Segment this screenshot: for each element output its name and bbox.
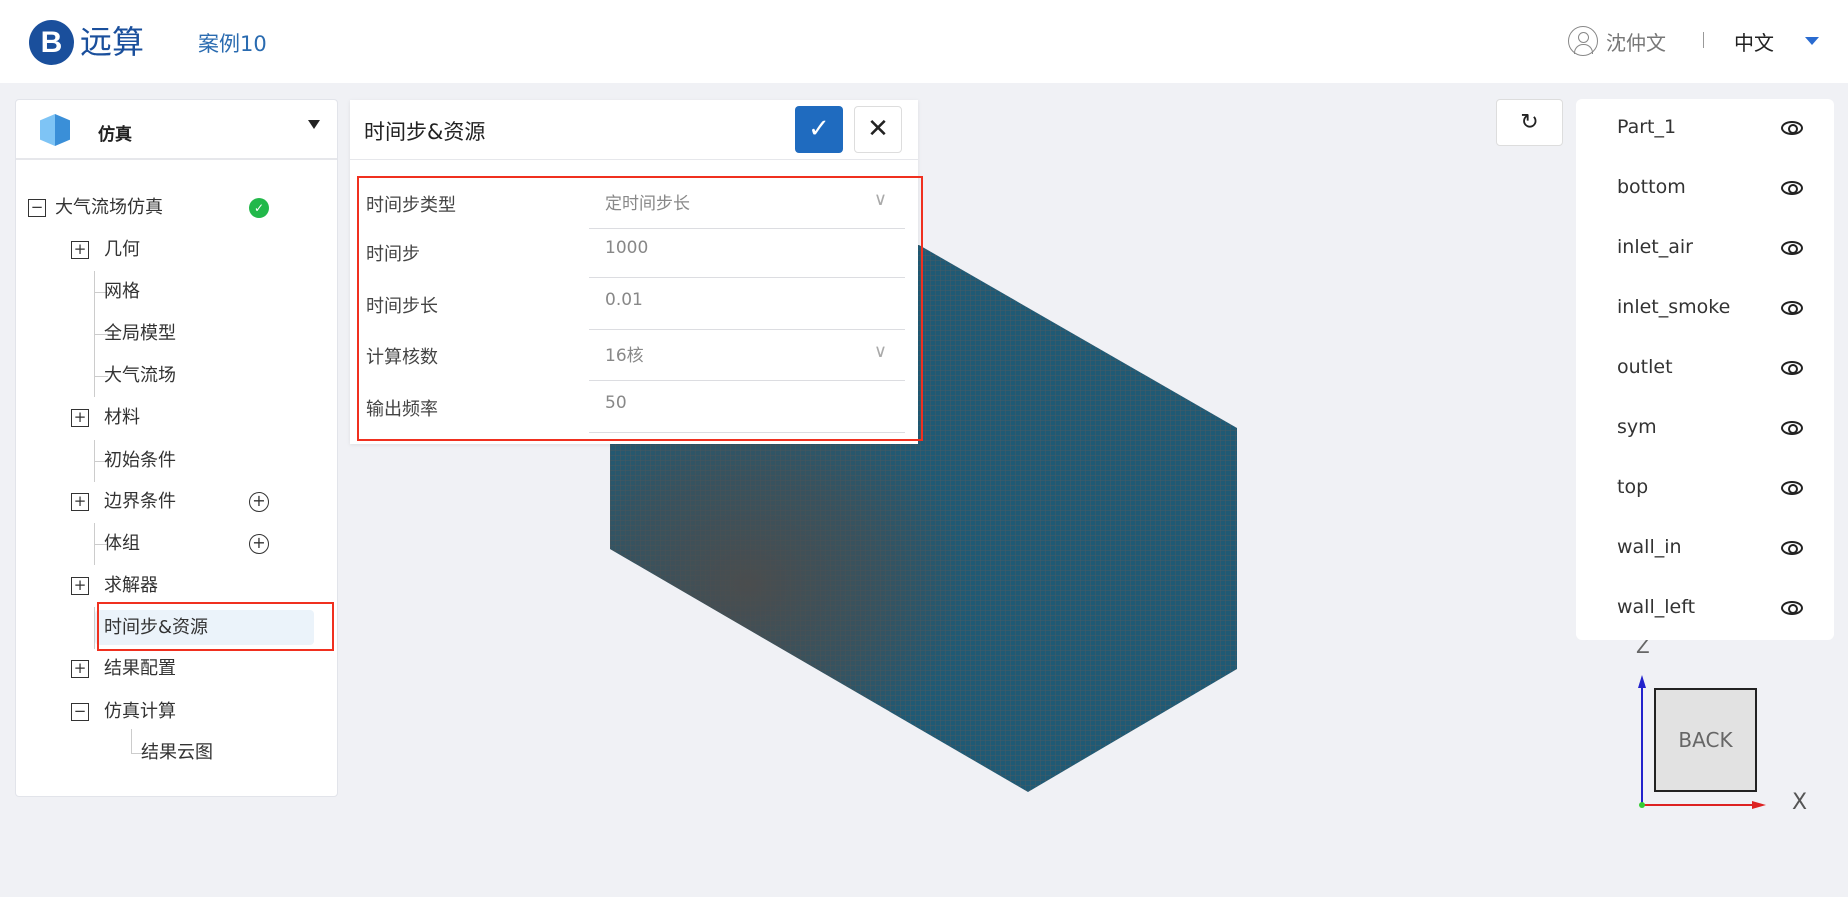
tree-item[interactable]: 仿真计算 (104, 700, 176, 724)
part-item[interactable]: bottom (1617, 176, 1686, 198)
eye-icon[interactable] (1781, 421, 1803, 435)
tree-line (131, 729, 132, 753)
form-header: 时间步&资源 ✓ ✕ (350, 100, 918, 160)
eye-icon[interactable] (1781, 481, 1803, 495)
panel-header[interactable]: 仿真 (16, 100, 337, 160)
form-title: 时间步&资源 (364, 120, 486, 144)
confirm-button[interactable]: ✓ (795, 106, 843, 153)
tree-item[interactable]: 结果配置 (104, 657, 176, 681)
expand-icon[interactable]: + (71, 241, 89, 259)
cube-icon (40, 114, 70, 146)
expand-icon[interactable]: + (71, 409, 89, 427)
expand-icon[interactable]: + (71, 660, 89, 678)
eye-icon[interactable] (1781, 121, 1803, 135)
refresh-button[interactable]: ↻ (1496, 99, 1563, 146)
tree-item[interactable]: 边界条件 (104, 490, 176, 514)
highlight-box (97, 602, 334, 651)
tree-item[interactable]: 大气流场 (104, 364, 176, 388)
part-item[interactable]: top (1617, 476, 1648, 498)
y-axis (1639, 802, 1645, 808)
tree-item[interactable]: 几何 (104, 238, 140, 262)
close-button[interactable]: ✕ (854, 106, 902, 153)
caret-down-icon[interactable] (308, 120, 320, 129)
highlight-box (357, 176, 923, 441)
tree-item[interactable]: 初始条件 (104, 449, 176, 473)
tree-item[interactable]: 材料 (104, 406, 140, 430)
part-item[interactable]: inlet_smoke (1617, 296, 1730, 318)
eye-icon[interactable] (1781, 181, 1803, 195)
part-item[interactable]: outlet (1617, 356, 1673, 378)
refresh-icon: ↻ (1520, 110, 1539, 135)
collapse-icon[interactable]: − (28, 199, 46, 217)
add-circle-icon[interactable]: + (249, 492, 269, 512)
panel-title: 仿真 (98, 125, 132, 145)
tree-item[interactable]: 结果云图 (141, 741, 213, 765)
parts-panel: Part_1bottom inlet_air inlet_smokeoutlet sy… (1576, 99, 1834, 640)
tree-item[interactable]: 网格 (104, 280, 140, 304)
eye-icon[interactable] (1781, 301, 1803, 315)
add-circle-icon[interactable]: + (249, 534, 269, 554)
status-check-icon: ✓ (249, 198, 269, 218)
eye-icon[interactable] (1781, 601, 1803, 615)
expand-icon[interactable]: + (71, 577, 89, 595)
part-item[interactable]: Part_1 (1617, 116, 1676, 138)
tree-item[interactable]: 大气流场仿真 (55, 196, 163, 220)
eye-icon[interactable] (1781, 241, 1803, 255)
tree-item[interactable]: 全局模型 (104, 322, 176, 346)
part-item[interactable]: wall_left (1617, 596, 1695, 618)
part-item[interactable]: sym (1617, 416, 1657, 438)
view-cube-back[interactable]: BACK (1654, 688, 1757, 792)
part-item[interactable]: wall_in (1617, 536, 1682, 558)
collapse-icon[interactable]: − (71, 703, 89, 721)
eye-icon[interactable] (1781, 541, 1803, 555)
simulation-tree-panel: 仿真 − 大气流场仿真 ✓ + 几何 网格 全局模型 大气流场 + 材料 初始条件 + 边界条件 + 体组 +… (15, 99, 338, 797)
eye-icon[interactable] (1781, 361, 1803, 375)
tree-item[interactable]: 体组 (104, 532, 140, 556)
tree-item[interactable]: 求解器 (104, 574, 158, 598)
x-axis-label: X (1792, 790, 1808, 815)
expand-icon[interactable]: + (71, 493, 89, 511)
part-item[interactable]: inlet_air (1617, 236, 1693, 258)
